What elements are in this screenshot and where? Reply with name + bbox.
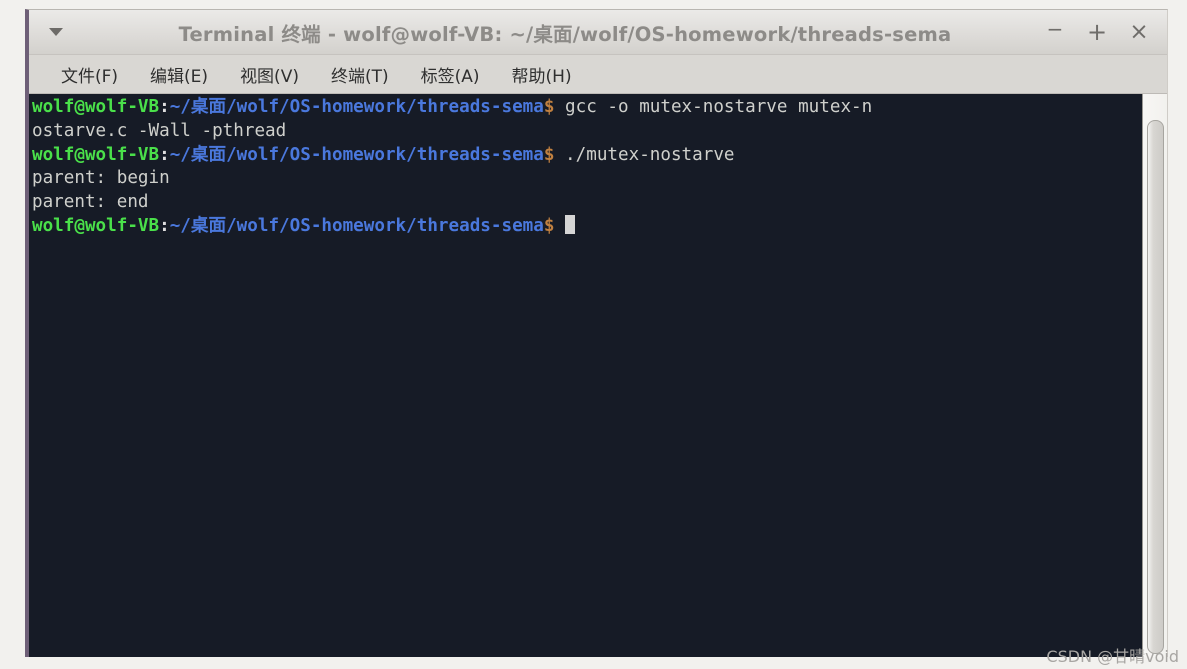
terminal-area[interactable]: wolf@wolf-VB:~/桌面/wolf/OS-homework/threa… [29, 94, 1167, 657]
menu-item-edit[interactable]: 编辑(E) [134, 59, 224, 90]
terminal-output-line: ostarve.c -Wall -pthread [32, 120, 1142, 144]
terminal-output-line: parent: begin [32, 167, 1142, 191]
vertical-scrollbar[interactable] [1142, 94, 1167, 657]
menu-item-help[interactable]: 帮助(H) [496, 59, 588, 90]
maximize-button[interactable]: + [1077, 12, 1117, 52]
window-title: Terminal 终端 - wolf@wolf-VB: ~/桌面/wolf/OS… [178, 22, 952, 46]
window-controls: − + × [1035, 10, 1159, 54]
chevron-down-icon[interactable] [29, 10, 83, 54]
menu-bar: 文件(F) 编辑(E) 视图(V) 终端(T) 标签(A) 帮助(H) [29, 55, 1167, 94]
chevron-down-glyph [49, 28, 63, 36]
terminal-output-line: parent: end [32, 191, 1142, 215]
prompt-symbol: $ [543, 97, 555, 117]
prompt-colon: : [159, 97, 170, 117]
terminal-command: gcc -o mutex-nostarve mutex-n [554, 97, 873, 117]
terminal-prompt-line: wolf@wolf-VB:~/桌面/wolf/OS-homework/threa… [32, 96, 1142, 120]
terminal-window: Terminal 终端 - wolf@wolf-VB: ~/桌面/wolf/OS… [25, 9, 1168, 657]
menu-item-tabs[interactable]: 标签(A) [405, 59, 496, 90]
terminal-output[interactable]: wolf@wolf-VB:~/桌面/wolf/OS-homework/threa… [29, 94, 1142, 657]
prompt-path: ~/桌面/wolf/OS-homework/threads-sema [169, 97, 544, 117]
terminal-output-text: ostarve.c -Wall -pthread [32, 120, 287, 141]
terminal-output-text: parent: begin [32, 168, 170, 189]
prompt-user-host: wolf@wolf-VB [32, 144, 160, 165]
terminal-cursor [565, 214, 576, 234]
prompt-user-host: wolf@wolf-VB [32, 215, 160, 236]
close-button[interactable]: × [1119, 12, 1159, 52]
prompt-symbol: $ [543, 144, 555, 165]
terminal-output-text: parent: end [32, 192, 149, 213]
prompt-path: ~/桌面/wolf/OS-homework/threads-sema [169, 215, 544, 236]
prompt-user-host: wolf@wolf-VB [32, 97, 160, 117]
screen: Terminal 终端 - wolf@wolf-VB: ~/桌面/wolf/OS… [0, 0, 1187, 669]
prompt-colon: : [159, 144, 170, 165]
prompt-symbol: $ [543, 215, 555, 236]
watermark: CSDN @甘晴void [1046, 647, 1179, 666]
terminal-command [554, 216, 565, 236]
prompt-colon: : [159, 215, 170, 236]
prompt-path: ~/桌面/wolf/OS-homework/threads-sema [169, 144, 544, 165]
minimize-button[interactable]: − [1035, 9, 1075, 55]
scrollbar-thumb[interactable] [1147, 120, 1164, 654]
window-titlebar[interactable]: Terminal 终端 - wolf@wolf-VB: ~/桌面/wolf/OS… [29, 10, 1167, 55]
menu-item-view[interactable]: 视图(V) [224, 59, 315, 90]
terminal-command: ./mutex-nostarve [554, 144, 735, 165]
terminal-prompt-line: wolf@wolf-VB:~/桌面/wolf/OS-homework/threa… [32, 214, 1142, 239]
terminal-prompt-line: wolf@wolf-VB:~/桌面/wolf/OS-homework/threa… [32, 144, 1142, 168]
menu-item-terminal[interactable]: 终端(T) [315, 59, 405, 90]
menu-item-file[interactable]: 文件(F) [45, 59, 134, 90]
